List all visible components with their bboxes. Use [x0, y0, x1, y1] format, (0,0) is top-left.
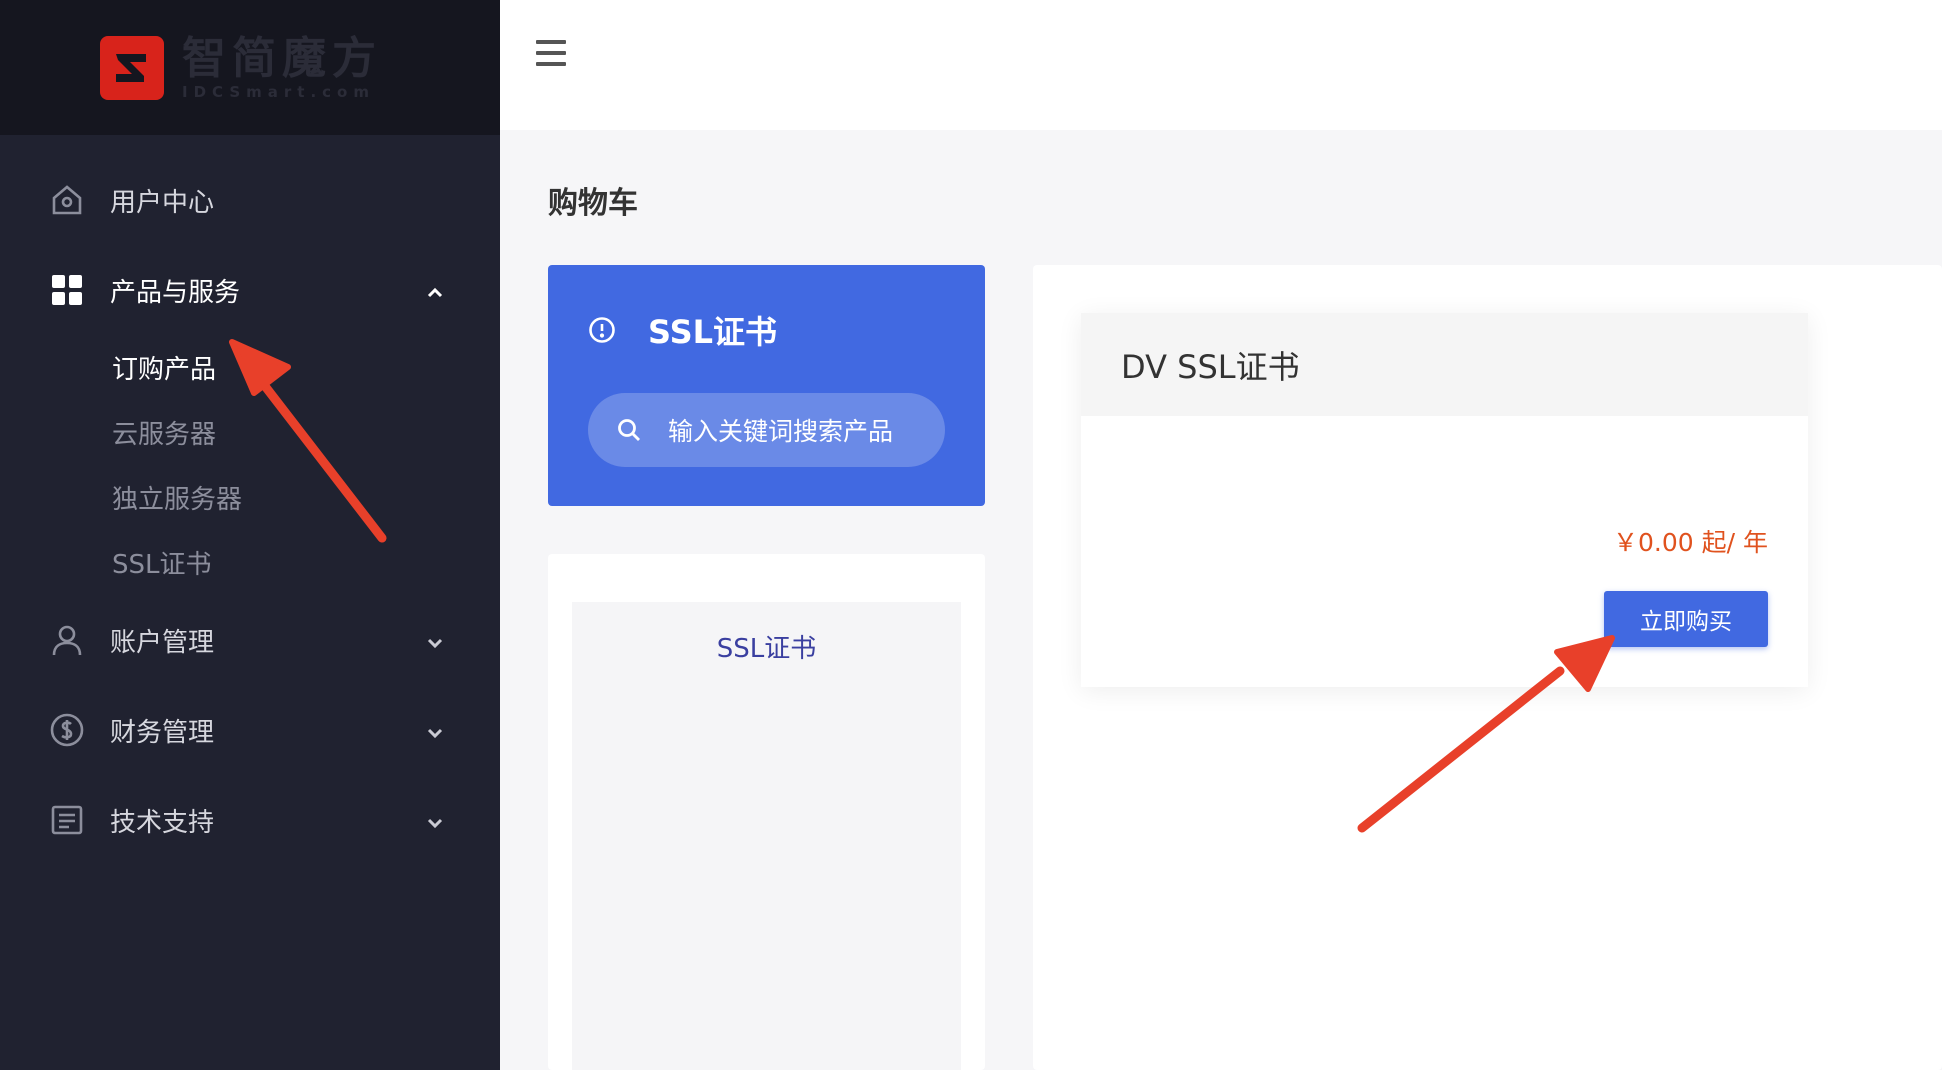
sidebar-subitem-ssl[interactable]: SSL证书 — [112, 530, 500, 595]
sidebar-item-products-services[interactable]: 产品与服务 — [0, 245, 500, 335]
product-card: DV SSL证书 ￥0.00 起/ 年 立即购买 — [1081, 313, 1808, 687]
sidebar-item-finance[interactable]: 财务管理 — [0, 685, 500, 775]
sidebar-subitem-dedicated-server[interactable]: 独立服务器 — [112, 465, 500, 530]
category-header: SSL证书 — [588, 307, 777, 353]
sidebar-item-label: 产品与服务 — [110, 277, 241, 308]
search-placeholder: 输入关键词搜索产品 — [668, 417, 894, 446]
sidebar-nav: 用户中心 产品与服务 订购产品 云服务器 独立服务器 SSL证书 账户管理 财务… — [0, 135, 500, 865]
chevron-down-icon[interactable] — [425, 810, 445, 830]
category-list: SSL证书 — [572, 602, 961, 1070]
menu-toggle-icon[interactable] — [536, 40, 566, 66]
brand-header: 智简魔方 IDCSmart.com — [0, 0, 500, 135]
brand-logo-icon[interactable] — [100, 35, 164, 100]
grid-icon — [50, 273, 84, 307]
home-icon — [50, 183, 84, 217]
chevron-down-icon[interactable] — [425, 720, 445, 740]
buy-now-button[interactable]: 立即购买 — [1604, 591, 1768, 647]
product-area: DV SSL证书 ￥0.00 起/ 年 立即购买 — [1033, 265, 1942, 1070]
top-bar — [500, 0, 1942, 130]
product-price: ￥0.00 起/ 年 — [1613, 528, 1768, 557]
sidebar-subitem-cloud-server[interactable]: 云服务器 — [112, 400, 500, 465]
product-name: DV SSL证书 — [1081, 313, 1808, 416]
category-list-item-ssl[interactable]: SSL证书 — [572, 628, 961, 665]
sidebar-subnav: 订购产品 云服务器 独立服务器 SSL证书 — [0, 335, 500, 595]
info-icon — [588, 316, 616, 344]
category-list-card: SSL证书 — [548, 554, 985, 1070]
sidebar-item-label: 技术支持 — [110, 807, 215, 838]
page-title: 购物车 — [548, 186, 638, 221]
document-icon — [50, 803, 84, 837]
sidebar-item-account[interactable]: 账户管理 — [0, 595, 500, 685]
dollar-icon — [50, 713, 84, 747]
sidebar-item-label: 账户管理 — [110, 627, 215, 658]
app-root: 智简魔方 IDCSmart.com 用户中心 产品与服务 订购产品 云服务器 独… — [0, 0, 1942, 1070]
user-icon — [50, 623, 84, 657]
sidebar: 智简魔方 IDCSmart.com 用户中心 产品与服务 订购产品 云服务器 独… — [0, 0, 500, 1070]
sidebar-item-label: 财务管理 — [110, 717, 215, 748]
sidebar-item-label: 用户中心 — [110, 187, 215, 218]
brand-text: 智简魔方 IDCSmart.com — [182, 32, 382, 101]
chevron-up-icon[interactable] — [425, 280, 445, 300]
sidebar-item-user-center[interactable]: 用户中心 — [0, 155, 500, 245]
category-card: SSL证书 输入关键词搜索产品 — [548, 265, 985, 506]
sidebar-item-support[interactable]: 技术支持 — [0, 775, 500, 865]
category-title: SSL证书 — [648, 313, 778, 351]
brand-subtitle: IDCSmart.com — [182, 82, 375, 101]
brand-name: 智简魔方 — [182, 32, 382, 84]
search-icon — [616, 417, 642, 443]
chevron-down-icon[interactable] — [425, 630, 445, 650]
sidebar-subitem-order-products[interactable]: 订购产品 — [112, 335, 500, 400]
product-search-input[interactable]: 输入关键词搜索产品 — [588, 393, 945, 467]
